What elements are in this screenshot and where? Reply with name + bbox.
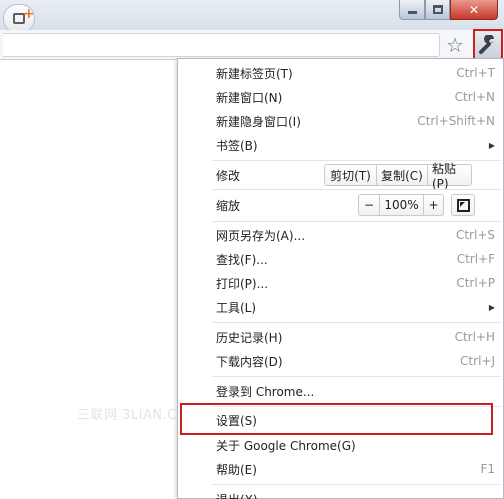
menu-item-label: 工具(L)	[216, 300, 257, 315]
close-button[interactable]: ✕	[450, 0, 498, 20]
menu-item-shortcut: Ctrl+P	[456, 276, 495, 290]
menu-item-label: 历史记录(H)	[216, 330, 283, 345]
address-bar[interactable]	[3, 33, 440, 57]
zoom-row-label: 缩放	[216, 198, 241, 213]
menu-separator	[212, 322, 501, 323]
menu-item-new-window[interactable]: 新建窗口(N) Ctrl+N	[216, 85, 501, 109]
menu-item-label: 书签(B)	[216, 138, 258, 153]
menu-item-history[interactable]: 历史记录(H) Ctrl+H	[216, 325, 501, 349]
plus-icon: +	[23, 6, 35, 22]
menu-item-save-page-as[interactable]: 网页另存为(A)... Ctrl+S	[216, 223, 501, 247]
menu-item-shortcut: Ctrl+S	[455, 228, 495, 242]
menu-item-help[interactable]: 帮助(E) F1	[216, 457, 501, 481]
zoom-in-button[interactable]: +	[423, 195, 443, 215]
zoom-control: − 100% +	[358, 194, 444, 216]
menu-item-label: 下载内容(D)	[216, 354, 283, 369]
submenu-arrow-icon: ▶	[488, 140, 495, 150]
menu-item-tools[interactable]: 工具(L) ▶	[216, 295, 501, 319]
fullscreen-icon	[456, 198, 470, 212]
menu-item-print[interactable]: 打印(P)... Ctrl+P	[216, 271, 501, 295]
paste-button[interactable]: 粘贴(P)	[427, 162, 471, 191]
menu-item-new-incognito-window[interactable]: 新建隐身窗口(I) Ctrl+Shift+N	[216, 109, 501, 133]
menu-item-label: 关于 Google Chrome(G)	[216, 438, 356, 453]
menu-separator	[212, 484, 501, 485]
menu-item-shortcut: F1	[480, 462, 495, 476]
menu-item-shortcut: Ctrl+Shift+N	[417, 114, 495, 128]
menu-item-new-tab[interactable]: 新建标签页(T) Ctrl+T	[216, 61, 501, 85]
toolbar: ☆	[0, 30, 504, 60]
menu-item-downloads[interactable]: 下载内容(D) Ctrl+J	[216, 349, 501, 373]
menu-item-label: 新建标签页(T)	[216, 66, 293, 81]
menu-item-label: 登录到 Chrome...	[216, 384, 315, 399]
menu-item-label: 新建窗口(N)	[216, 90, 283, 105]
menu-item-about[interactable]: 关于 Google Chrome(G)	[216, 433, 501, 457]
wrench-icon	[479, 34, 494, 54]
fullscreen-button[interactable]	[451, 194, 475, 216]
menu-item-label: 帮助(E)	[216, 462, 257, 477]
menu-item-label: 退出(X)	[216, 491, 501, 499]
maximize-button[interactable]	[425, 0, 450, 20]
settings-highlight-box	[180, 403, 493, 435]
cut-button[interactable]: 剪切(T)	[325, 165, 376, 185]
wrench-menu-button[interactable]	[473, 29, 503, 60]
copy-button[interactable]: 复制(C)	[376, 165, 427, 185]
menu-item-sign-in[interactable]: 登录到 Chrome...	[216, 379, 501, 403]
edit-row-label: 修改	[216, 168, 241, 183]
menu-item-label: 查找(F)...	[216, 252, 268, 267]
menu-item-shortcut: Ctrl+T	[456, 66, 495, 80]
menu-item-label: 打印(P)...	[216, 276, 269, 291]
wrench-menu: 新建标签页(T) Ctrl+T 新建窗口(N) Ctrl+N 新建隐身窗口(I)…	[177, 58, 504, 499]
menu-item-find[interactable]: 查找(F)... Ctrl+F	[216, 247, 501, 271]
zoom-out-button[interactable]: −	[359, 195, 379, 215]
title-bar: + ✕	[0, 0, 504, 33]
menu-item-label: 新建隐身窗口(I)	[216, 114, 301, 129]
menu-item-bookmarks[interactable]: 书签(B) ▶	[216, 133, 501, 157]
menu-separator	[212, 221, 501, 222]
menu-separator	[212, 189, 501, 190]
menu-item-shortcut: Ctrl+H	[454, 330, 495, 344]
minimize-button[interactable]	[399, 0, 425, 20]
close-icon: ✕	[468, 2, 480, 17]
bookmark-star-icon[interactable]: ☆	[446, 33, 464, 57]
maximize-icon	[432, 5, 443, 14]
chrome-app-menu-button[interactable]: +	[3, 4, 35, 33]
menu-item-shortcut: Ctrl+N	[454, 90, 495, 104]
menu-item-shortcut: Ctrl+J	[460, 354, 495, 368]
menu-item-shortcut: Ctrl+F	[456, 252, 495, 266]
menu-item-exit[interactable]: 退出(X)	[216, 487, 501, 499]
edit-button-group: 剪切(T) 复制(C) 粘贴(P)	[324, 162, 472, 191]
menu-item-label: 网页另存为(A)...	[216, 228, 306, 243]
menu-separator	[212, 376, 501, 377]
zoom-level: 100%	[379, 195, 423, 215]
minimize-icon	[407, 11, 417, 14]
submenu-arrow-icon: ▶	[488, 302, 495, 312]
